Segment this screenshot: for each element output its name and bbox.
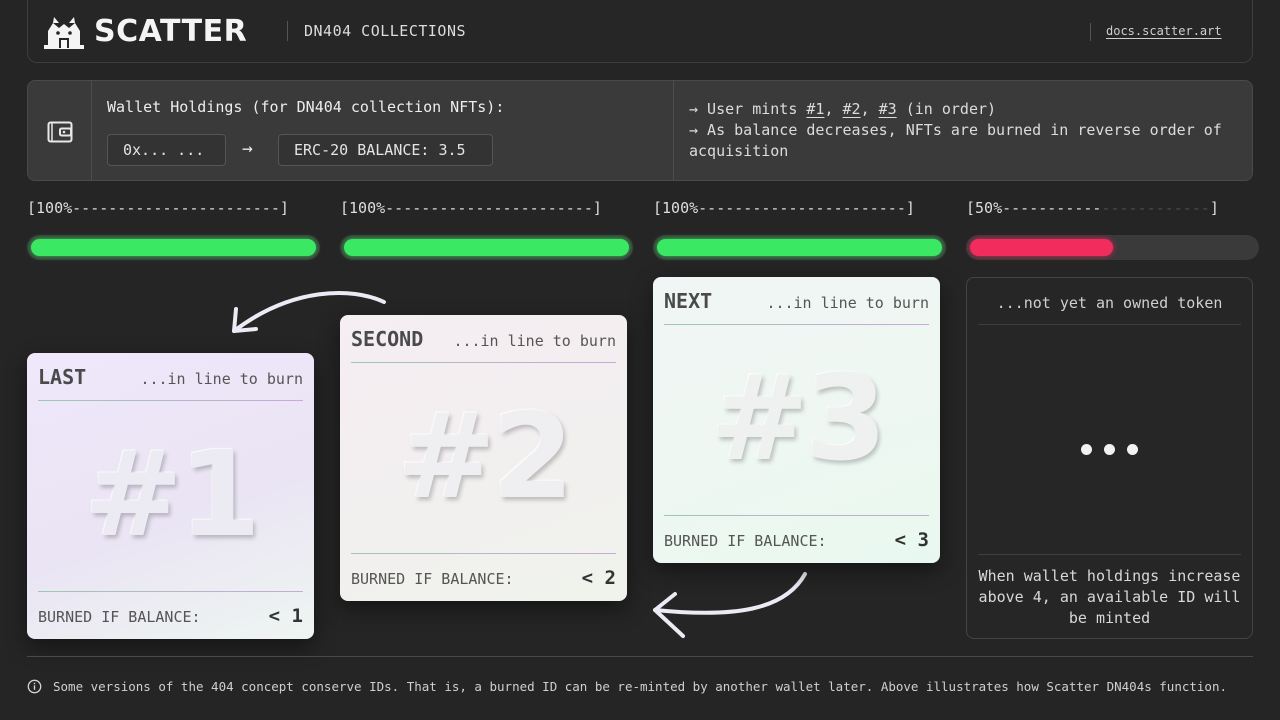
- burn-value: < 1: [268, 605, 303, 627]
- card-note: ...in line to burn: [140, 370, 303, 388]
- token-id: #3: [710, 349, 887, 487]
- token-card-1[interactable]: LAST ...in line to burn #1 BURNED IF BAL…: [27, 353, 314, 639]
- card-note: ...in line to burn: [766, 294, 929, 312]
- footnote-text: Some versions of the 404 concept conserv…: [53, 679, 1227, 694]
- page-subtitle: DN404 COLLECTIONS: [304, 22, 467, 40]
- burn-order-note: → As balance decreases, NFTs are burned …: [689, 121, 1222, 160]
- card-position: SECOND: [351, 327, 424, 351]
- progress-label-3: [100%-----------------------]: [653, 199, 915, 217]
- progress-fill-2: [344, 239, 629, 256]
- erc20-balance: ERC-20 BALANCE: 3.5: [278, 134, 493, 166]
- top-bar: SCATTER DN404 COLLECTIONS docs.scatter.a…: [27, 0, 1253, 63]
- wallet-address: 0x... ...: [107, 134, 226, 166]
- card-footer: BURNED IF BALANCE: < 3: [664, 529, 929, 551]
- token-id: #1: [84, 425, 261, 563]
- progress-bar-3: [653, 235, 946, 260]
- header-divider: [287, 21, 288, 41]
- mint-order-note: → User mints #1, #2, #3 (in order): [689, 100, 997, 118]
- progress-label-4: [50%-----------------------]: [966, 199, 1219, 217]
- wallet-icon-cell: [28, 81, 92, 180]
- token-id-link-1[interactable]: #1: [806, 100, 824, 118]
- progress-fill-4: [970, 239, 1113, 256]
- progress-label-2: [100%-----------------------]: [340, 199, 602, 217]
- scatter-logo[interactable]: SCATTER: [44, 14, 247, 50]
- token-id: #2: [397, 387, 574, 525]
- card-divider: [664, 515, 929, 516]
- card-footer: BURNED IF BALANCE: < 2: [351, 567, 616, 589]
- wallet-holdings-label: Wallet Holdings (for DN404 collection NF…: [107, 98, 505, 116]
- footer-divider: [27, 656, 1253, 657]
- card-position: NEXT: [664, 289, 713, 313]
- arrow-right-icon: →: [242, 138, 253, 159]
- card-divider: [38, 400, 303, 401]
- progress-bar-2: [340, 235, 633, 260]
- curved-arrow-icon: [653, 572, 807, 638]
- card-header: NEXT ...in line to burn: [664, 289, 929, 315]
- docs-link[interactable]: docs.scatter.art: [1106, 24, 1222, 38]
- docs-divider: [1090, 23, 1091, 41]
- card-footer: BURNED IF BALANCE: < 1: [38, 605, 303, 627]
- card-note: ...not yet an owned token: [996, 294, 1223, 312]
- progress-bar-1: [27, 235, 320, 260]
- token-card-3[interactable]: NEXT ...in line to burn #3 BURNED IF BAL…: [653, 277, 940, 563]
- info-icon: [27, 679, 42, 694]
- scatter-cat-logo-icon: [44, 17, 84, 49]
- future-token-card: ...not yet an owned token When wallet ho…: [966, 277, 1253, 639]
- mint-burn-notes: → User mints #1, #2, #3 (in order) → As …: [689, 99, 1245, 162]
- card-note: ...in line to burn: [453, 332, 616, 350]
- progress-fill-1: [31, 239, 316, 256]
- card-header: SECOND ...in line to burn: [351, 327, 616, 353]
- mint-explanation: When wallet holdings increase above 4, a…: [978, 567, 1241, 627]
- burn-label: BURNED IF BALANCE:: [351, 570, 514, 588]
- burn-value: < 2: [581, 567, 616, 589]
- token-card-2[interactable]: SECOND ...in line to burn #2 BURNED IF B…: [340, 315, 627, 601]
- progress-bar-4: [966, 235, 1259, 260]
- card-position: LAST: [38, 365, 87, 389]
- card-divider: [664, 324, 929, 325]
- burn-value: < 3: [894, 529, 929, 551]
- burn-label: BURNED IF BALANCE:: [664, 532, 827, 550]
- wallet-icon: [47, 121, 73, 143]
- burn-label: BURNED IF BALANCE:: [38, 608, 201, 626]
- card-header: LAST ...in line to burn: [38, 365, 303, 391]
- ellipsis-icon: [967, 440, 1252, 459]
- card-divider: [351, 553, 616, 554]
- card-divider: [351, 362, 616, 363]
- card-divider: [978, 554, 1241, 555]
- panel-divider: [673, 81, 674, 180]
- progress-label-1: [100%-----------------------]: [27, 199, 289, 217]
- card-divider: [978, 324, 1241, 325]
- wallet-holdings-panel: Wallet Holdings (for DN404 collection NF…: [27, 80, 1253, 181]
- footnote: Some versions of the 404 concept conserv…: [27, 679, 1227, 694]
- progress-fill-3: [657, 239, 942, 256]
- token-id-link-3[interactable]: #3: [879, 100, 897, 118]
- token-id-link-2[interactable]: #2: [843, 100, 861, 118]
- card-divider: [38, 591, 303, 592]
- brand-name: SCATTER: [94, 14, 248, 49]
